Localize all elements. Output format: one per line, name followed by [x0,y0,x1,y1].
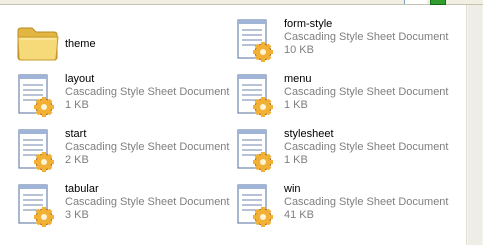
file-name: theme [65,38,96,50]
file-name: layout [65,73,95,85]
file-name: stylesheet [284,128,334,140]
scrollbar-thumb[interactable] [468,5,482,245]
file-name: menu [284,73,312,85]
file-list-view: theme form-style Cascading Style Sheet D… [0,5,466,245]
file-name: win [284,183,301,195]
file-type: Cascading Style Sheet Document [284,141,449,153]
file-item-tabular[interactable]: tabular Cascading Style Sheet Document 3… [0,179,229,231]
file-item-theme[interactable]: theme [0,14,220,66]
file-name: form-style [284,18,333,30]
file-item-stylesheet[interactable]: stylesheet Cascading Style Sheet Documen… [219,124,448,176]
file-size: 10 KB [284,44,314,56]
file-type: Cascading Style Sheet Document [284,31,449,43]
file-type: Cascading Style Sheet Document [65,196,230,208]
css-document-icon [14,73,62,121]
file-type: Cascading Style Sheet Document [65,86,230,98]
css-document-icon [233,128,281,176]
file-type: Cascading Style Sheet Document [284,86,449,98]
css-document-icon [233,183,281,231]
file-name: tabular [65,183,99,195]
file-name: start [65,128,87,140]
file-item-layout[interactable]: layout Cascading Style Sheet Document 1 … [0,69,229,121]
address-dropdown[interactable] [404,0,427,4]
file-size: 2 KB [65,154,89,166]
file-size: 1 KB [284,154,308,166]
css-document-icon [233,73,281,121]
file-size: 41 KB [284,209,314,221]
css-document-icon [233,18,281,66]
vertical-scrollbar[interactable] [466,5,483,245]
file-item-form-style[interactable]: form-style Cascading Style Sheet Documen… [219,14,448,66]
folder-icon [14,18,62,66]
file-item-menu[interactable]: menu Cascading Style Sheet Document 1 KB [219,69,448,121]
file-item-start[interactable]: start Cascading Style Sheet Document 2 K… [0,124,229,176]
file-type: Cascading Style Sheet Document [284,196,449,208]
css-document-icon [14,183,62,231]
file-size: 1 KB [65,99,89,111]
css-document-icon [14,128,62,176]
file-size: 1 KB [284,99,308,111]
file-size: 3 KB [65,209,89,221]
file-type: Cascading Style Sheet Document [65,141,230,153]
file-item-win[interactable]: win Cascading Style Sheet Document 41 KB [219,179,448,231]
